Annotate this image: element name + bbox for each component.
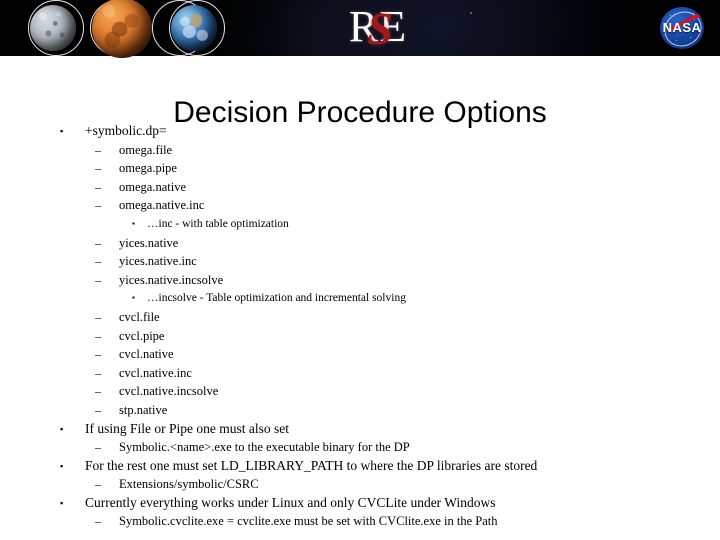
- rse-logo: RE S: [318, 2, 438, 54]
- bullet-row: – cvcl.native.inc: [0, 364, 720, 383]
- nasa-wordmark: NASA: [662, 20, 702, 35]
- dash-marker-icon: –: [95, 179, 101, 194]
- dash-marker-icon: –: [95, 254, 101, 269]
- bullet-text: Currently everything works under Linux a…: [85, 494, 496, 510]
- bullet-text: cvcl.pipe: [119, 328, 165, 343]
- square-bullet-icon: ▪: [60, 460, 64, 471]
- bullet-row: – omega.pipe: [0, 159, 720, 178]
- rse-letter-s: S: [367, 3, 393, 54]
- bullet-row: – cvcl.native.incsolve: [0, 382, 720, 401]
- bullet-row: ▪ For the rest one must set LD_LIBRARY_PA…: [0, 457, 720, 476]
- bullet-text: omega.pipe: [119, 161, 177, 176]
- bullet-text: Symbolic.cvclite.exe = cvclite.exe must …: [119, 514, 498, 529]
- bullet-text: stp.native: [119, 402, 168, 417]
- dash-marker-icon: –: [95, 142, 101, 157]
- bullet-row: – Extensions/symbolic/CSRC: [0, 475, 720, 494]
- bullet-row: ▪ If using File or Pipe one must also set: [0, 420, 720, 439]
- bullet-text: Symbolic.<name>.exe to the executable bi…: [119, 440, 410, 455]
- dash-marker-icon: –: [95, 402, 101, 417]
- bullet-row: – cvcl.pipe: [0, 327, 720, 346]
- dash-marker-icon: –: [95, 440, 101, 455]
- bullet-row: ▪ +symbolic.dp=: [0, 122, 720, 141]
- bullet-row: – omega.native.inc: [0, 196, 720, 215]
- bullet-text: cvcl.file: [119, 309, 160, 324]
- bullet-row: ▪ Currently everything works under Linux …: [0, 494, 720, 513]
- square-bullet-icon: ▪: [132, 293, 135, 303]
- bullet-text: Extensions/symbolic/CSRC: [119, 477, 259, 492]
- dash-marker-icon: –: [95, 514, 101, 529]
- bullet-row: – omega.file: [0, 141, 720, 160]
- bullet-row: – cvcl.native: [0, 345, 720, 364]
- dash-marker-icon: –: [95, 347, 101, 362]
- bullet-row: – cvcl.file: [0, 308, 720, 327]
- planet-strip: [18, 0, 238, 60]
- bullet-row: – yices.native.incsolve: [0, 271, 720, 290]
- earth-planet: [171, 5, 217, 51]
- bullet-list: ▪ +symbolic.dp= – omega.file – omega.pipe – ome…: [0, 122, 720, 531]
- bullet-text: For the rest one must set LD_LIBRARY_PAT…: [85, 457, 538, 473]
- square-bullet-icon: ▪: [132, 218, 135, 228]
- dash-marker-icon: –: [95, 477, 101, 492]
- dash-marker-icon: –: [95, 309, 101, 324]
- header-banner: RE S NASA: [0, 0, 720, 58]
- bullet-text: If using File or Pipe one must also set: [85, 420, 289, 436]
- dash-marker-icon: –: [95, 198, 101, 213]
- bullet-text: yices.native: [119, 235, 179, 250]
- nasa-circle: NASA: [660, 7, 704, 49]
- square-bullet-icon: ▪: [60, 497, 64, 508]
- bullet-text: yices.native.inc: [119, 254, 197, 269]
- bullet-row: – yices.native.inc: [0, 252, 720, 271]
- bullet-text: yices.native.incsolve: [119, 272, 224, 287]
- dash-marker-icon: –: [95, 161, 101, 176]
- bullet-row: – Symbolic.<name>.exe to the executable b…: [0, 438, 720, 457]
- moon-planet: [30, 5, 76, 51]
- bullet-text: omega.native: [119, 179, 186, 194]
- nasa-logo: NASA: [660, 7, 704, 49]
- bullet-text: omega.file: [119, 142, 173, 157]
- dash-marker-icon: –: [95, 235, 101, 250]
- dash-marker-icon: –: [95, 328, 101, 343]
- bullet-text: omega.native.inc: [119, 198, 205, 213]
- dash-marker-icon: –: [95, 384, 101, 399]
- bullet-row: – stp.native: [0, 401, 720, 420]
- bullet-text: cvcl.native.inc: [119, 365, 192, 380]
- bullet-text: cvcl.native: [119, 347, 174, 362]
- dash-marker-icon: –: [95, 272, 101, 287]
- bullet-row: ▪ …inc - with table optimization: [0, 215, 720, 234]
- bullet-text: +symbolic.dp=: [85, 123, 167, 138]
- bullet-text: …inc - with table optimization: [147, 217, 289, 230]
- bullet-text: …incsolve - Table optimization and incre…: [147, 292, 406, 305]
- bullet-row: – Symbolic.cvclite.exe = cvclite.exe must…: [0, 512, 720, 531]
- bullet-row: ▪ …incsolve - Table optimization and incr…: [0, 289, 720, 308]
- square-bullet-icon: ▪: [60, 423, 64, 434]
- dash-marker-icon: –: [95, 365, 101, 380]
- bullet-row: – yices.native: [0, 234, 720, 253]
- mars-planet: [92, 0, 152, 58]
- square-bullet-icon: ▪: [60, 126, 64, 136]
- bullet-text: cvcl.native.incsolve: [119, 384, 219, 399]
- bullet-row: – omega.native: [0, 178, 720, 197]
